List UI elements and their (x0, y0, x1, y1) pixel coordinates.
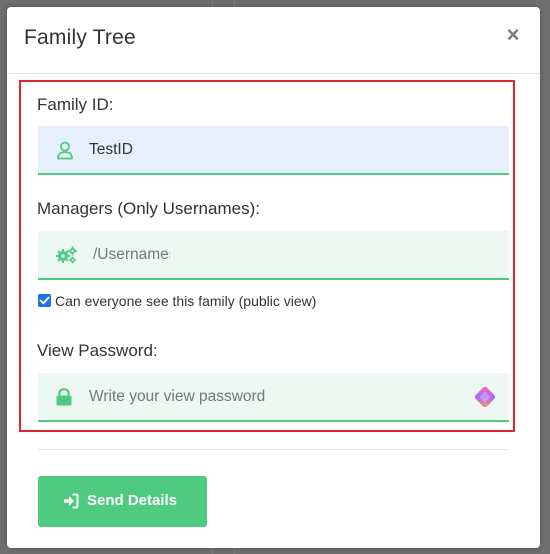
family-id-label: Family ID: (37, 95, 114, 114)
managers-field[interactable] (38, 231, 509, 280)
form-divider (38, 449, 509, 450)
password-manager-icon[interactable] (472, 384, 498, 410)
family-tree-modal: Family Tree × Family ID: Managers (Only … (7, 7, 540, 548)
family-id-input[interactable] (89, 126, 489, 173)
view-password-field[interactable] (38, 373, 509, 422)
close-icon[interactable]: × (504, 24, 522, 46)
gears-icon (56, 246, 78, 266)
family-id-field[interactable] (38, 126, 509, 175)
public-view-label: Can everyone see this family (public vie… (55, 293, 317, 309)
managers-label: Managers (Only Usernames): (37, 199, 260, 218)
modal-header: Family Tree × (7, 7, 540, 74)
user-icon (55, 140, 75, 160)
public-view-checkbox[interactable] (38, 294, 51, 307)
lock-icon (56, 388, 72, 408)
view-password-input[interactable] (89, 373, 459, 420)
modal-title: Family Tree (24, 26, 136, 49)
send-details-button[interactable]: Send Details (38, 476, 207, 527)
sign-in-icon (63, 493, 79, 509)
managers-input[interactable] (93, 231, 170, 278)
view-password-label: View Password: (37, 341, 158, 360)
send-details-label: Send Details (87, 492, 178, 509)
